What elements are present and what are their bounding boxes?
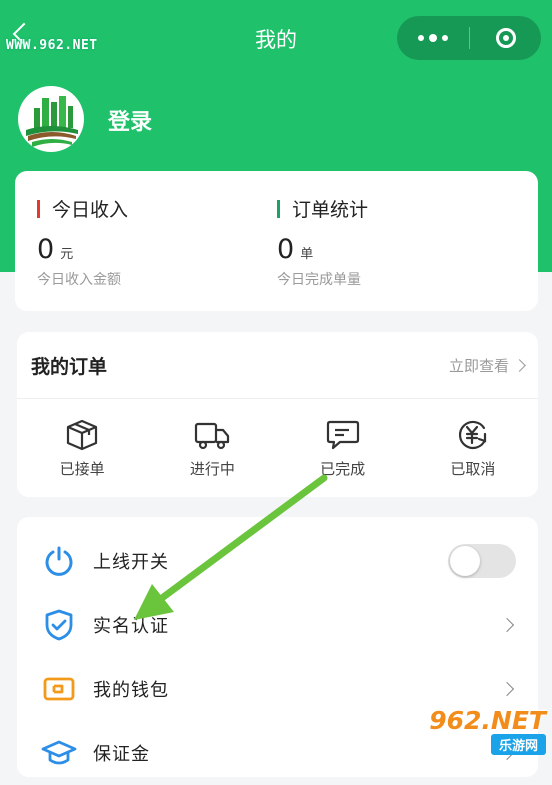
truck-icon [195, 422, 230, 449]
city-logo-icon [26, 96, 78, 147]
chevron-right-icon [499, 617, 515, 633]
online-toggle[interactable] [448, 544, 516, 578]
my-orders-title: 我的订单 [31, 355, 108, 378]
chevron-right-icon [513, 358, 526, 372]
income-desc: 今日收入金额 [37, 272, 121, 288]
menu-item-label: 实名认证 [93, 616, 169, 637]
menu-item-label: 我的钱包 [93, 680, 169, 701]
watermark-corner-sub: 乐游网 [490, 734, 546, 755]
menu-item-label: 上线开关 [93, 552, 169, 573]
wallet-icon [43, 677, 75, 701]
income-stat: 今日收入 0元 今日收入金额 [37, 195, 128, 289]
target-circle-icon [495, 28, 516, 48]
order-tab-label: 进行中 [189, 459, 235, 478]
watermark-corner-main: 962.NET [429, 706, 546, 735]
menu-item-online-switch[interactable]: 上线开关 [17, 529, 538, 593]
dot-icon [429, 33, 437, 42]
menu-item-label: 保证金 [93, 744, 150, 765]
my-orders-header: 我的订单 立即查看 [17, 332, 538, 399]
yen-refresh-icon [458, 420, 486, 449]
order-tab-label: 已取消 [450, 459, 496, 478]
order-tab-cancelled[interactable]: 已取消 [408, 399, 538, 497]
order-desc: 今日完成单量 [277, 272, 361, 288]
close-mini-program-button[interactable] [470, 28, 541, 48]
income-accent-bar [37, 199, 40, 218]
view-all-orders-link[interactable]: 立即查看 [448, 355, 526, 376]
order-tab-in-progress[interactable]: 进行中 [147, 399, 277, 497]
view-all-label: 立即查看 [448, 356, 509, 375]
order-tab-accepted[interactable]: 已接单 [17, 399, 147, 497]
my-orders-card: 我的订单 立即查看 已接单 进行中 已完成 已取消 [17, 332, 538, 497]
mini-program-capsule [397, 16, 541, 60]
today-stats-card: 今日收入 0元 今日收入金额 订单统计 0单 今日完成单量 [15, 171, 538, 311]
order-tab-completed[interactable]: 已完成 [278, 399, 408, 497]
order-value: 0 [277, 234, 295, 265]
chat-box-icon [326, 420, 359, 449]
income-title: 今日收入 [52, 199, 129, 221]
avatar[interactable] [18, 86, 84, 152]
order-tab-label: 已完成 [320, 459, 366, 478]
package-icon [67, 419, 98, 450]
shield-check-icon [45, 609, 73, 641]
login-link[interactable]: 登录 [108, 104, 152, 136]
order-stat: 订单统计 0单 今日完成单量 [277, 195, 368, 289]
chevron-right-icon [499, 681, 515, 697]
dot-icon [418, 34, 424, 41]
income-value: 0 [37, 234, 55, 265]
order-unit: 单 [300, 247, 314, 262]
order-tab-label: 已接单 [59, 459, 105, 478]
dot-icon [442, 34, 448, 41]
more-options-button[interactable] [397, 33, 469, 42]
income-unit: 元 [60, 247, 74, 262]
watermark-corner: 962.NET 乐游网 [412, 706, 546, 760]
power-icon [45, 546, 73, 576]
toggle-knob [450, 546, 480, 576]
menu-item-real-name-verification[interactable]: 实名认证 [17, 593, 538, 657]
order-accent-bar [277, 199, 280, 218]
order-title: 订单统计 [292, 199, 369, 221]
